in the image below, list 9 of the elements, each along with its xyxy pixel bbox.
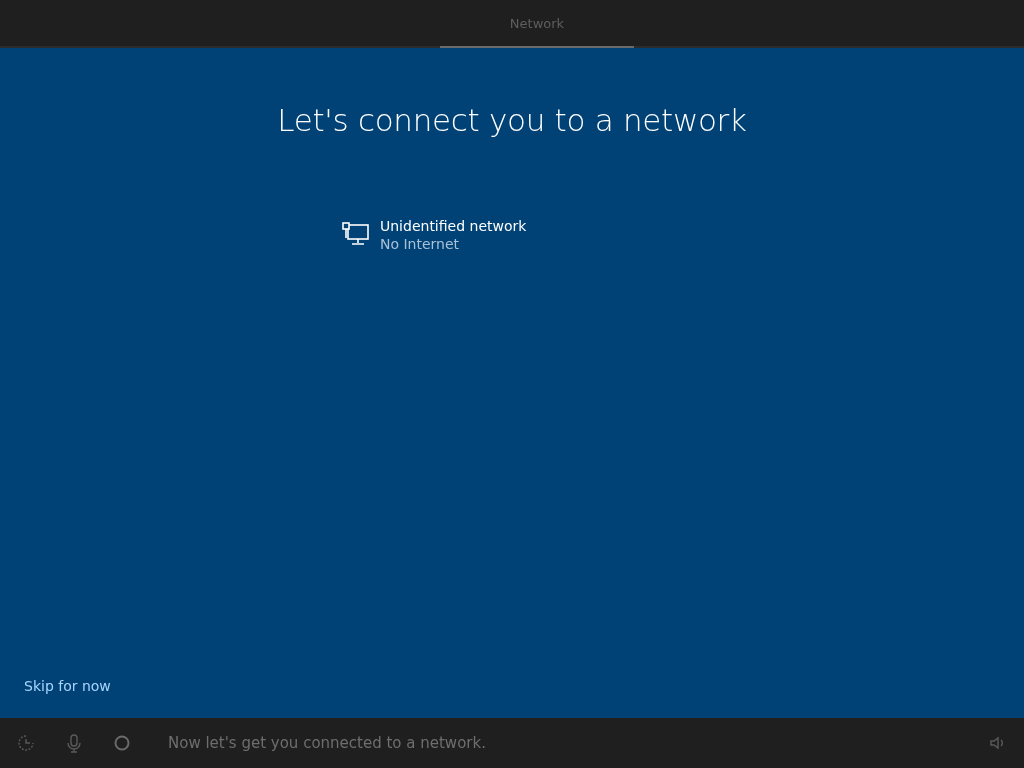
- accessibility-clock-icon[interactable]: [16, 733, 36, 753]
- network-name[interactable]: Unidentified network: [380, 218, 527, 234]
- caption-text: Now let's get you connected to a network.: [168, 734, 486, 752]
- circle-icon[interactable]: [112, 733, 132, 753]
- network-computer-icon: [342, 222, 370, 248]
- page-title: Let's connect you to a network: [276, 102, 748, 138]
- microphone-icon[interactable]: [64, 733, 84, 753]
- network-status: No Internet: [380, 236, 461, 252]
- skip-link[interactable]: Skip for now: [24, 678, 111, 694]
